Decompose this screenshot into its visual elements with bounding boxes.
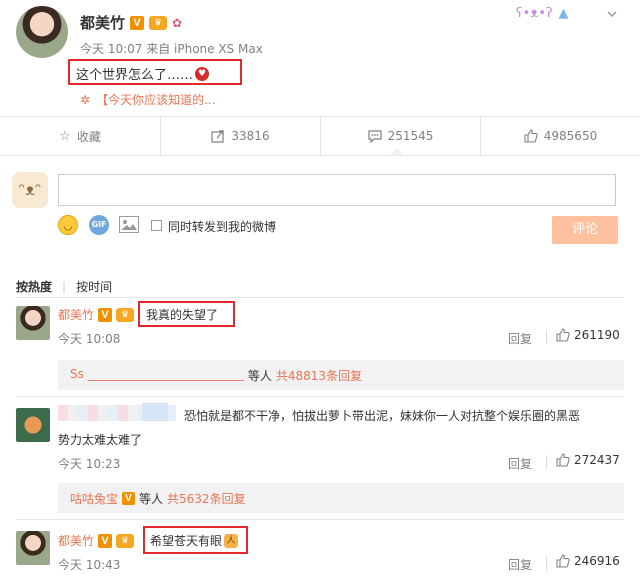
party-icon: ▲ xyxy=(558,5,569,21)
reply-button[interactable]: 回复 xyxy=(508,556,532,573)
comment-divider xyxy=(546,330,547,344)
topic-link[interactable]: 【今天你应该知道的... xyxy=(96,91,215,108)
link-flower-icon: ✲ xyxy=(80,92,91,107)
decoration-cards: ʕ•ᴥ•ʔ ▲ xyxy=(516,2,616,24)
forward-button[interactable]: 33816 xyxy=(160,117,320,155)
reply-button[interactable]: 回复 xyxy=(508,330,532,347)
badge-icon: ✿ xyxy=(172,15,183,30)
verified-icon: V xyxy=(98,533,113,548)
verified-icon: V xyxy=(122,492,136,505)
comment-text: 希望苍天有眼 xyxy=(150,534,223,548)
divider xyxy=(16,396,624,397)
action-bar: ☆ 收藏 33816 251545 4985650 xyxy=(0,117,640,155)
thumb-up-icon xyxy=(524,129,538,143)
comment-icon xyxy=(367,129,382,143)
reply-count-link[interactable]: 共48813条回复 xyxy=(276,367,362,384)
vip-crown-icon: ♛ xyxy=(149,15,168,30)
post-text: 这个世界怎么了…… xyxy=(76,68,194,83)
cat-avatar-icon: ᵔᴥᵔ xyxy=(12,172,48,208)
comment-username[interactable]: 都美竹 xyxy=(58,532,94,549)
favorite-button[interactable]: ☆ 收藏 xyxy=(0,117,160,155)
comment-time: 今天 10:43 xyxy=(58,558,121,572)
reply-user[interactable]: Ss xyxy=(70,367,84,384)
comment-avatar[interactable] xyxy=(16,531,50,565)
emoji-icon[interactable]: ◡ xyxy=(58,215,78,235)
reply-suffix: 等人 xyxy=(247,369,272,383)
like-count: 4985650 xyxy=(543,129,598,143)
submit-comment-button[interactable]: 评论 xyxy=(552,216,618,244)
comment-avatar[interactable] xyxy=(16,408,50,442)
comment-like-button[interactable]: 261190 xyxy=(556,328,620,342)
comment-like-button[interactable]: 246916 xyxy=(556,554,620,568)
comment-like-count: 272437 xyxy=(574,453,620,467)
thumb-up-icon xyxy=(556,453,570,467)
comment-username[interactable]: 都美竹 xyxy=(58,306,94,323)
comment-time: 今天 10:08 xyxy=(58,332,121,346)
sort-time-tab[interactable]: 按时间 xyxy=(76,278,112,295)
star-icon: ☆ xyxy=(59,128,71,144)
comment-text: 我真的失望了 xyxy=(146,308,219,322)
comment-input[interactable] xyxy=(58,174,616,206)
comment-time: 今天 10:23 xyxy=(58,457,121,471)
verified-icon: V xyxy=(98,307,113,322)
like-button[interactable]: 4985650 xyxy=(480,117,640,155)
comment-divider xyxy=(546,556,547,570)
blurred-badge xyxy=(142,403,168,421)
reply-suffix: 等人 xyxy=(139,492,164,506)
thumb-up-icon xyxy=(556,554,570,568)
sort-hot-tab[interactable]: 按热度 xyxy=(16,278,52,295)
thumb-up-icon xyxy=(556,328,570,342)
comment-like-count: 261190 xyxy=(574,328,620,342)
divider xyxy=(16,297,624,298)
post-username[interactable]: 都美竹 xyxy=(80,12,125,33)
reply-user-line: __________________________ xyxy=(87,367,244,381)
bear-icon: ʕ•ᴥ•ʔ xyxy=(516,6,553,21)
more-chevron-icon[interactable] xyxy=(606,8,618,20)
comment-text-line2: 势力太难太难了 xyxy=(58,433,143,447)
gif-icon[interactable]: GIF xyxy=(89,215,109,235)
vip-crown-icon: ♛ xyxy=(116,307,135,322)
comment-text-line1: 恐怕就是都不干净，怕拔出萝卜带出泥，妹妹你一人对抗整个娱乐圈的黑恶 xyxy=(184,409,581,423)
comment-count: 251545 xyxy=(387,129,434,143)
reply-count-link[interactable]: 共5632条回复 xyxy=(167,490,246,507)
favorite-label: 收藏 xyxy=(76,129,101,144)
vip-crown-icon: ♛ xyxy=(116,533,135,548)
comment-like-button[interactable]: 272437 xyxy=(556,453,620,467)
reply-button[interactable]: 回复 xyxy=(508,455,532,472)
forward-icon xyxy=(211,129,225,143)
divider xyxy=(16,519,624,520)
image-icon[interactable] xyxy=(119,216,139,233)
forward-count: 33816 xyxy=(231,129,270,143)
verified-icon: V xyxy=(130,15,145,30)
post-avatar[interactable] xyxy=(16,6,68,58)
pray-hands-icon: 人 xyxy=(224,533,239,548)
post-meta: 今天 10:07 来自 iPhone XS Max xyxy=(80,42,263,56)
sort-divider: | xyxy=(62,279,67,294)
active-tab-caret xyxy=(390,148,404,155)
comment-divider xyxy=(546,455,547,469)
sync-checkbox[interactable] xyxy=(151,220,162,231)
reply-user[interactable]: 咕咕兔宝 xyxy=(70,490,118,507)
comment-avatar[interactable] xyxy=(16,306,50,340)
sync-label: 同时转发到我的微博 xyxy=(168,220,277,234)
broken-heart-icon: ♥ xyxy=(195,66,210,81)
comment-like-count: 246916 xyxy=(574,554,620,568)
